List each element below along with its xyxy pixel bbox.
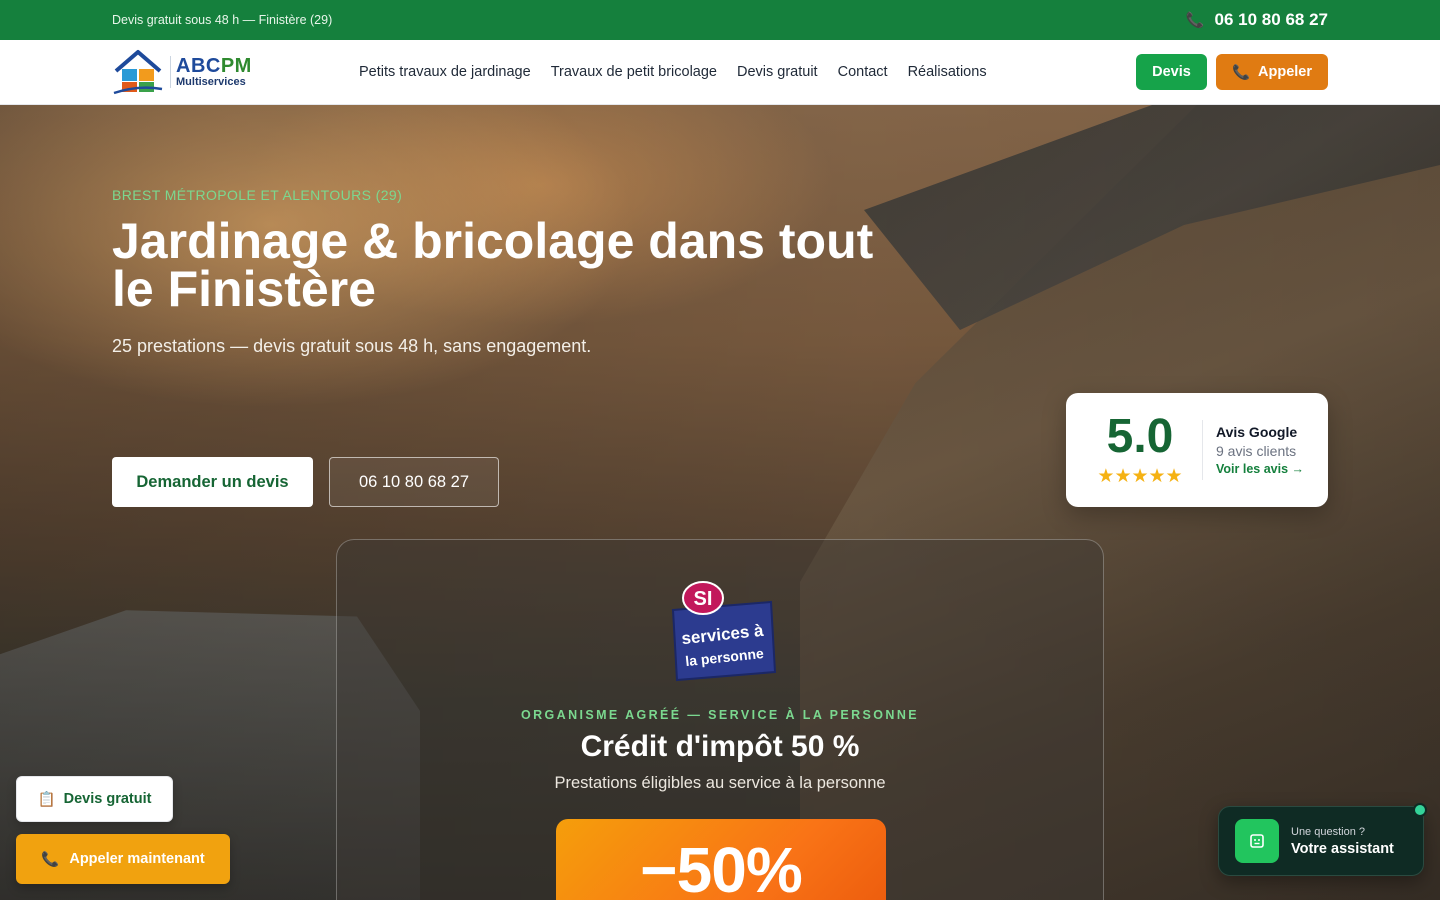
devis-button[interactable]: Devis (1136, 54, 1207, 90)
phone-icon: 📞 (1231, 64, 1251, 81)
tax-credit-card: SI services à la personne ORGANISME AGRÉ… (336, 539, 1104, 900)
hero-title: Jardinage & bricolage dans tout le Finis… (112, 213, 874, 317)
top-bar-tagline: Devis gratuit sous 48 h — Finistère (29) (112, 13, 333, 27)
svg-text:SI: SI (694, 588, 713, 610)
discount-percentage: −50% (640, 834, 802, 900)
logo[interactable]: ABCPM Multiservices (112, 49, 272, 95)
nav-item-devis-gratuit[interactable]: Devis gratuit (737, 64, 818, 80)
house-logo-icon (113, 50, 163, 95)
logo-brand: ABCPM (176, 55, 252, 77)
rating-score: 5.0 (1106, 409, 1174, 463)
top-bar-phone-link[interactable]: 📞 06 10 80 68 27 (1186, 10, 1328, 30)
floating-quote-label: Devis gratuit (63, 791, 152, 807)
google-rating-card: 5.0 ★★★★★ Avis Google 9 avis clients Voi… (1066, 393, 1328, 507)
rating-title: Avis Google (1215, 424, 1298, 440)
nav-item-jardinage[interactable]: Petits travaux de jardinage (359, 64, 531, 80)
header-actions: Devis 📞 Appeler (1136, 54, 1328, 90)
tax-credit-subtitle: Prestations éligibles au service à la pe… (554, 774, 886, 792)
hero-phone-button[interactable]: 06 10 80 68 27 (329, 457, 499, 507)
nav-item-bricolage[interactable]: Travaux de petit bricolage (551, 64, 717, 80)
top-bar: Devis gratuit sous 48 h — Finistère (29)… (0, 0, 1440, 40)
robot-icon (1235, 819, 1279, 863)
appeler-button[interactable]: 📞 Appeler (1216, 54, 1328, 90)
site-header: ABCPM Multiservices Petits travaux de ja… (0, 40, 1440, 105)
hero-subtitle: 25 prestations — devis gratuit sous 48 h… (112, 336, 592, 356)
phone-icon: 📞 (1185, 12, 1205, 29)
floating-quote-button[interactable]: 📋 Devis gratuit (16, 776, 173, 822)
see-reviews-link[interactable]: Voir les avis → (1216, 462, 1304, 476)
floating-call-button[interactable]: 📞 Appeler maintenant (16, 834, 230, 884)
phone-icon: 📞 (41, 851, 60, 868)
logo-subtitle: Multiservices (176, 76, 246, 88)
top-bar-phone-number: 06 10 80 68 27 (1214, 10, 1328, 29)
clipboard-icon: 📋 (37, 791, 56, 808)
nav-item-contact[interactable]: Contact (838, 64, 888, 80)
divider (1201, 420, 1203, 480)
services-a-la-personne-logo: SI services à la personne (671, 581, 777, 682)
rating-count: 9 avis clients (1215, 443, 1297, 459)
discount-badge: −50% (556, 819, 886, 900)
main-nav: Petits travaux de jardinage Travaux de p… (359, 64, 987, 80)
hero-section: BREST MÉTROPOLE ET ALENTOURS (29) Jardin… (0, 105, 1440, 900)
tax-credit-title: Crédit d'impôt 50 % (580, 730, 860, 763)
assistant-question: Une question ? (1291, 825, 1365, 838)
request-quote-button[interactable]: Demander un devis (112, 457, 313, 507)
chat-assistant-widget[interactable]: Une question ? Votre assistant (1218, 803, 1427, 876)
nav-item-realisations[interactable]: Réalisations (908, 64, 987, 80)
hero-eyebrow: BREST MÉTROPOLE ET ALENTOURS (29) (112, 187, 403, 203)
appeler-label: Appeler (1258, 64, 1313, 80)
floating-call-label: Appeler maintenant (69, 851, 205, 867)
rating-stars-icon: ★★★★★ (1097, 465, 1183, 487)
online-status-dot (1413, 803, 1427, 817)
assistant-name: Votre assistant (1291, 840, 1394, 857)
tax-credit-eyebrow: ORGANISME AGRÉÉ — SERVICE À LA PERSONNE (520, 708, 920, 722)
